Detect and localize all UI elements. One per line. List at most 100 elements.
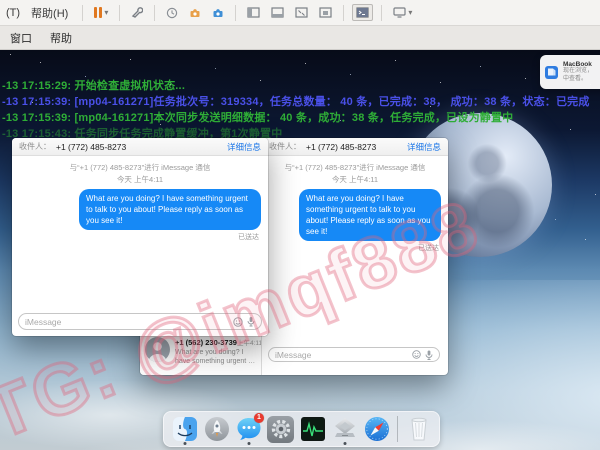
menu-help[interactable]: 帮助(H): [31, 5, 68, 21]
vmware-toolbar: (T) 帮助(H) ▾: [0, 0, 600, 26]
console-view-icon: [356, 7, 369, 18]
imessage-intro: 与“+1 (772) 485-8273”进行 iMessage 通信: [12, 162, 268, 173]
messages-compose-window: 收件人： +1 (772) 485-8273 详细信息 与“+1 (772) 4…: [12, 138, 268, 336]
fullscreen-button[interactable]: [292, 5, 311, 20]
toolbar-separator: [343, 5, 344, 21]
conversation-name: +1 (562) 230-3739: [175, 338, 237, 347]
show-library-button[interactable]: [244, 5, 263, 20]
chevron-down-icon: ▾: [104, 8, 108, 17]
console-view-button[interactable]: [352, 4, 373, 21]
conversation-meta: +1 (562) 230-3739 上午4:11 What are you do…: [175, 337, 256, 366]
dock-divider: [397, 416, 398, 442]
recipient-number: +1 (772) 485-8273: [56, 142, 126, 152]
notification-text: MacBook 现在浏览， 中查看。: [563, 61, 593, 83]
running-indicator: [343, 442, 346, 445]
app-menubar: 窗口 帮助: [0, 26, 600, 50]
toolbar-separator: [119, 5, 120, 21]
emoji-icon[interactable]: [412, 350, 421, 359]
microphone-icon[interactable]: [247, 316, 255, 327]
dock-item-messages[interactable]: 1: [235, 415, 262, 444]
emoji-icon[interactable]: [233, 317, 243, 327]
bubble-row: What are you doing? I have something urg…: [262, 189, 448, 241]
snapshot-manager-button[interactable]: [209, 5, 227, 21]
dock-item-installer[interactable]: [331, 415, 358, 444]
log-line: -13 17:15:39: [mp04-161271]任务批次号：319334，…: [2, 94, 600, 110]
dock-item-system-preferences[interactable]: [267, 415, 294, 444]
thumbnail-bar-button[interactable]: [268, 5, 287, 20]
toolbar-separator: [381, 5, 382, 21]
task-log-console: -13 17:15:29: 开始检查虚拟机状态... -13 17:15:39:…: [2, 78, 600, 142]
snapshot-manager-icon: [212, 7, 224, 19]
gear-icon: [270, 418, 292, 440]
unity-button[interactable]: [316, 5, 335, 20]
external-display-button[interactable]: ▾: [390, 5, 415, 20]
dock-item-safari[interactable]: [363, 415, 390, 444]
recipient-number: +1 (772) 485-8273: [306, 142, 376, 152]
running-indicator: [183, 442, 186, 445]
snapshot-clock-icon: [166, 7, 178, 19]
sent-message-bubble: What are you doing? I have something urg…: [299, 189, 441, 241]
conversation-preview: What are you doing? I have something urg…: [175, 348, 256, 366]
menu-help[interactable]: 帮助: [50, 30, 72, 46]
menu-tail[interactable]: (T): [6, 7, 20, 19]
conversation-list-item[interactable]: +1 (562) 230-3739 上午4:11 What are you do…: [140, 334, 261, 369]
take-snapshot-button[interactable]: [163, 5, 181, 21]
thumbnail-bar-icon: [271, 7, 284, 18]
tools-button[interactable]: [128, 5, 146, 21]
person-icon: [145, 337, 170, 362]
revert-snapshot-button[interactable]: [186, 5, 204, 21]
conversation-time: 上午4:11: [237, 337, 262, 347]
notification-line: 中查看。: [563, 76, 593, 84]
external-display-icon: [393, 7, 406, 18]
sent-message-bubble: What are you doing? I have something urg…: [79, 189, 261, 230]
snapshot-revert-icon: [189, 7, 201, 19]
dock: 1: [163, 411, 440, 447]
details-link[interactable]: 详细信息: [407, 141, 441, 153]
macbook-icon: [544, 65, 559, 80]
bubble-row: What are you doing? I have something urg…: [12, 189, 268, 230]
notification-line: 现在浏览，: [563, 68, 593, 76]
chevron-down-icon: ▾: [408, 8, 412, 17]
details-link[interactable]: 详细信息: [227, 141, 261, 153]
dock-item-launchpad[interactable]: [203, 415, 230, 444]
delivery-status: 已送达: [262, 243, 439, 253]
delivery-status: 已送达: [12, 232, 259, 242]
message-input-bar: [268, 347, 440, 362]
log-line: -13 17:15:39: [mp04-161271]本次同步发送明细数据： 4…: [2, 110, 600, 126]
toolbar-separator: [154, 5, 155, 21]
chat-header: 收件人： +1 (772) 485-8273 详细信息: [262, 138, 448, 156]
notification-title: MacBook: [563, 61, 593, 68]
microphone-icon[interactable]: [425, 350, 433, 360]
log-line: -13 17:15:29: 开始检查虚拟机状态...: [2, 78, 600, 94]
activity-monitor-icon: [300, 416, 326, 442]
unity-icon: [319, 7, 332, 18]
system-preferences-tile: [267, 416, 294, 443]
chat-date: 今天 上午4:11: [262, 174, 448, 185]
avatar: [145, 337, 170, 362]
pause-icon: [94, 7, 102, 18]
chat-header: 收件人： +1 (772) 485-8273 详细信息: [12, 138, 268, 156]
menu-window[interactable]: 窗口: [10, 30, 32, 46]
fullscreen-icon: [295, 7, 308, 18]
imessage-intro: 与“+1 (772) 485-8273”进行 iMessage 通信: [262, 162, 448, 173]
to-label: 收件人：: [269, 141, 301, 152]
chat-date: 今天 上午4:11: [12, 174, 268, 185]
message-input[interactable]: [275, 350, 408, 360]
trash-icon: [408, 416, 430, 442]
running-indicator: [247, 442, 250, 445]
pause-vm-button[interactable]: ▾: [91, 5, 111, 20]
safari-icon: [364, 416, 390, 442]
library-panel-icon: [247, 7, 260, 18]
chat-area: 收件人： +1 (772) 485-8273 详细信息 与“+1 (772) 4…: [262, 138, 448, 375]
dock-item-activity-monitor[interactable]: [299, 415, 326, 444]
macbook-notification[interactable]: MacBook 现在浏览， 中查看。: [540, 55, 600, 89]
stars: [10, 54, 11, 55]
toolbar-separator: [82, 5, 83, 21]
message-input[interactable]: [25, 317, 229, 327]
dock-item-trash[interactable]: [405, 415, 432, 444]
launchpad-icon: [204, 416, 230, 442]
messages-badge: 1: [254, 413, 264, 423]
tools-icon: [131, 7, 143, 19]
finder-icon: [172, 416, 198, 442]
dock-item-finder[interactable]: [171, 415, 198, 444]
